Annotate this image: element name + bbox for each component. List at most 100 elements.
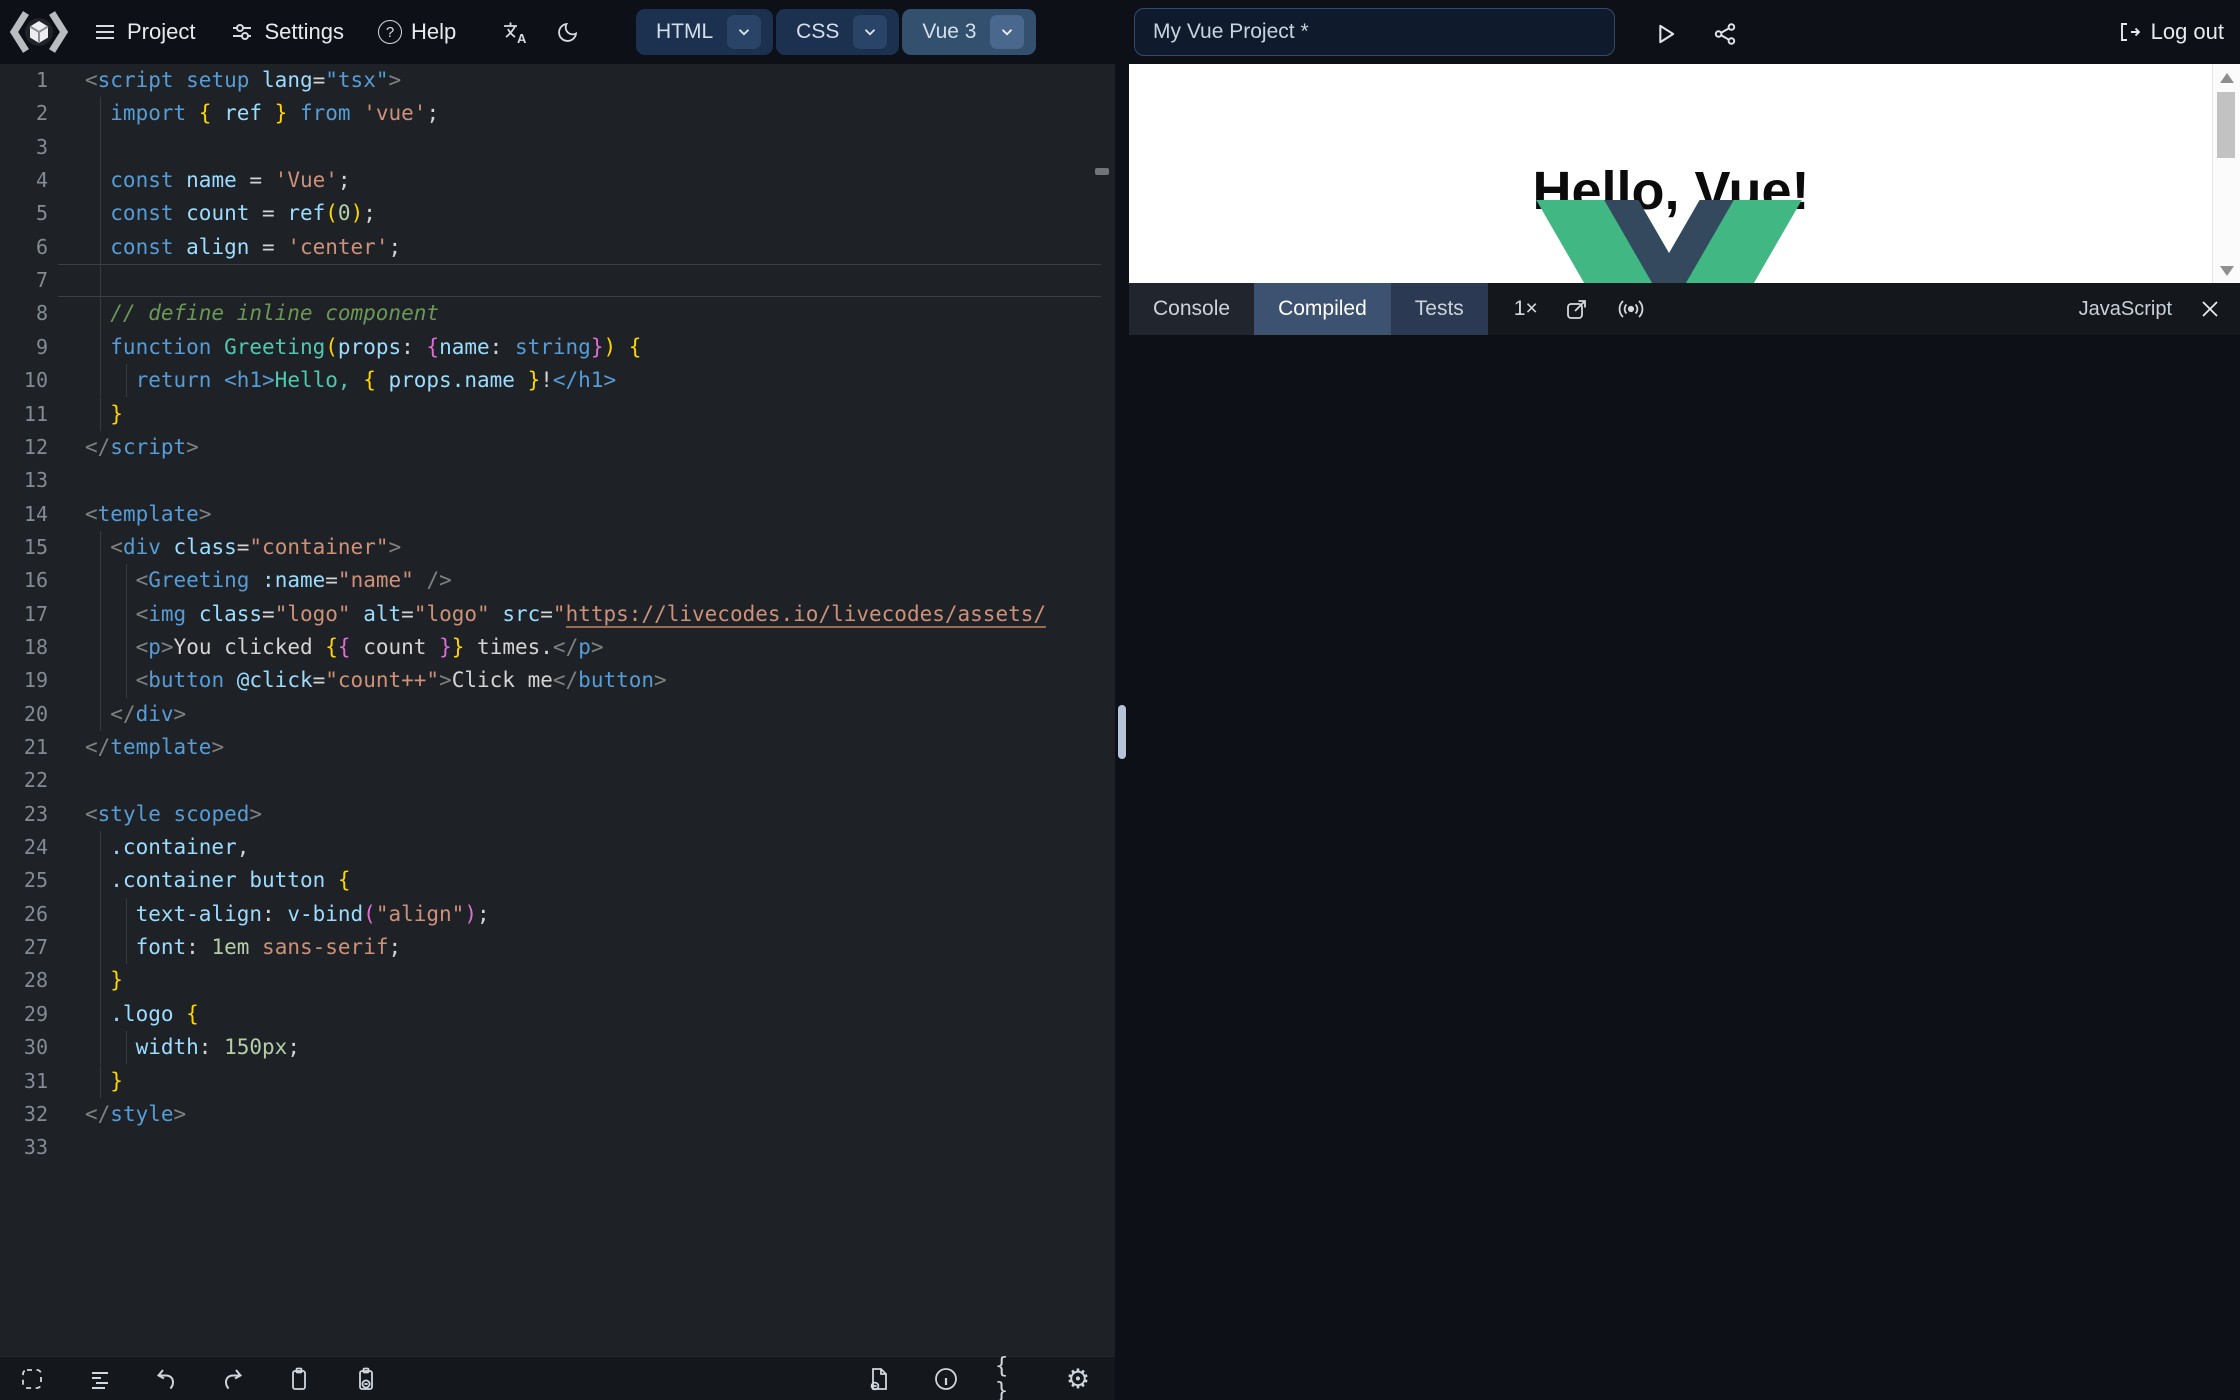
- code-text: <div class="container">: [85, 531, 401, 564]
- token-tx: :: [262, 901, 288, 926]
- run-button[interactable]: [1645, 14, 1685, 54]
- project-menu[interactable]: Project: [82, 12, 205, 52]
- open-window-icon[interactable]: [1564, 283, 1590, 335]
- editor-footer-toolbar: { } ⚙: [0, 1354, 1115, 1400]
- token-id: props: [337, 334, 402, 359]
- token-id: name: [439, 334, 490, 359]
- code-line[interactable]: 11}: [0, 397, 1115, 431]
- broadcast-icon[interactable]: [1616, 283, 1646, 335]
- undo-icon[interactable]: [149, 1361, 185, 1397]
- code-line[interactable]: 20 </div>: [0, 697, 1115, 731]
- code-line[interactable]: 5 const count = ref(0);: [0, 197, 1115, 231]
- project-title-input[interactable]: [1134, 8, 1615, 56]
- logout-button[interactable]: Log out: [2117, 0, 2224, 64]
- code-text: <script setup lang="tsx">: [85, 64, 401, 97]
- code-line[interactable]: 16 <Greeting :name="name" />: [0, 564, 1115, 598]
- format-code-icon[interactable]: [82, 1361, 118, 1397]
- code-line[interactable]: 18 <p>You clicked {{ count }} times.</p>: [0, 630, 1115, 665]
- external-resources-icon[interactable]: [860, 1361, 896, 1397]
- help-menu[interactable]: ? Help: [368, 19, 466, 45]
- code-line[interactable]: 2 import { ref } from 'vue';: [0, 97, 1115, 131]
- token-tag: script: [110, 434, 187, 459]
- code-line[interactable]: 15 <div class="container">: [0, 530, 1115, 565]
- editor-info-icon[interactable]: [928, 1361, 964, 1397]
- scroll-up-arrow[interactable]: [2220, 73, 2234, 83]
- code-line[interactable]: 3: [0, 130, 1115, 165]
- code-line[interactable]: 12 </script>: [0, 431, 1115, 464]
- token-tag: div: [122, 534, 161, 559]
- tab-tests[interactable]: Tests: [1390, 283, 1488, 335]
- token-id: .container: [110, 835, 237, 860]
- tab-compiled[interactable]: Compiled: [1254, 283, 1391, 335]
- code-line[interactable]: 19 <button @click="count++">Click me</but…: [0, 664, 1115, 698]
- code-line[interactable]: 29 .logo {: [0, 997, 1115, 1032]
- scroll-down-arrow[interactable]: [2220, 266, 2234, 276]
- code-line[interactable]: 4 const name = 'Vue';: [0, 164, 1115, 198]
- code-text: text-align: v-bind("align");: [85, 898, 490, 931]
- chevron-down-icon[interactable]: [727, 15, 762, 49]
- code-line[interactable]: 31}: [0, 1064, 1115, 1098]
- resizer-handle[interactable]: [1118, 705, 1126, 759]
- token-pn: <: [135, 634, 149, 659]
- select-all-icon[interactable]: [14, 1361, 50, 1397]
- code-line[interactable]: 27 font: 1em sans-serif;: [0, 931, 1115, 965]
- token-attr: alt: [363, 601, 402, 626]
- tab-vue3[interactable]: Vue 3: [902, 9, 1037, 55]
- code-line[interactable]: 24 .container,: [0, 831, 1115, 865]
- tools-bar-right: JavaScript: [2079, 283, 2240, 335]
- menu-icon: [92, 12, 118, 52]
- redo-icon[interactable]: [214, 1361, 250, 1397]
- tab-css[interactable]: CSS: [776, 9, 900, 55]
- copy-code-icon[interactable]: [348, 1361, 384, 1397]
- result-zoom-button[interactable]: 1×: [1514, 283, 1538, 335]
- token-b1: }: [451, 634, 465, 659]
- tab-console[interactable]: Console: [1129, 283, 1255, 335]
- code-line[interactable]: 14 <template>: [0, 498, 1115, 531]
- custom-settings-icon[interactable]: { }: [995, 1354, 1031, 1400]
- code-line[interactable]: 10 return <h1>Hello, { props.name }!</h1>: [0, 364, 1115, 398]
- code-text: // define inline component: [85, 297, 439, 330]
- code-line[interactable]: 33: [0, 1131, 1115, 1164]
- scroll-thumb[interactable]: [2217, 92, 2235, 158]
- settings-menu[interactable]: Settings: [219, 12, 354, 52]
- token-tx: ;: [363, 201, 376, 226]
- chevron-down-icon[interactable]: [990, 15, 1025, 49]
- moon-icon[interactable]: [548, 12, 588, 52]
- code-line[interactable]: 25 .container button {: [0, 864, 1115, 898]
- code-line[interactable]: 32 </style>: [0, 1098, 1115, 1131]
- code-line[interactable]: 17 <img class="logo" alt="logo" src="http…: [0, 597, 1115, 631]
- code-line[interactable]: 13: [0, 464, 1115, 497]
- line-number: 13: [23, 468, 48, 493]
- code-line[interactable]: 1 <script setup lang="tsx">: [0, 64, 1115, 97]
- token-pn: </: [110, 701, 136, 726]
- token-attr: :name: [262, 568, 326, 593]
- paste-icon[interactable]: [281, 1361, 317, 1397]
- code-line[interactable]: 22: [0, 764, 1115, 797]
- code-line[interactable]: 7: [0, 264, 1115, 298]
- token-tx: !: [540, 368, 553, 393]
- code-line[interactable]: 6 const align = 'center';: [0, 230, 1115, 265]
- token-tx: [616, 335, 629, 359]
- preview-scrollbar[interactable]: [2212, 64, 2240, 283]
- code-line[interactable]: 21 </template>: [0, 731, 1115, 764]
- token-tx: [186, 101, 199, 125]
- editor-settings-icon[interactable]: ⚙: [1060, 1361, 1096, 1397]
- code-line[interactable]: 8 // define inline component: [0, 297, 1115, 331]
- translate-icon[interactable]: A: [494, 12, 534, 52]
- token-pn: >: [654, 668, 667, 693]
- code-editor[interactable]: 1 <script setup lang="tsx"> 2 import { ref …: [0, 64, 1115, 1356]
- code-line[interactable]: 9 function Greeting(props: {name: string}…: [0, 330, 1115, 365]
- livecodes-logo[interactable]: [6, 0, 72, 64]
- pane-resizer[interactable]: [1115, 64, 1129, 1400]
- close-icon[interactable]: [2198, 297, 2222, 321]
- chevron-down-icon[interactable]: [853, 15, 888, 49]
- token-id: name: [186, 168, 237, 193]
- share-button[interactable]: [1705, 14, 1745, 54]
- code-line[interactable]: 26 text-align: v-bind("align");: [0, 897, 1115, 932]
- code-line[interactable]: 28}: [0, 964, 1115, 998]
- code-line[interactable]: 30 width: 150px;: [0, 1031, 1115, 1065]
- tab-html[interactable]: HTML: [636, 9, 774, 55]
- code-text: <img class="logo" alt="logo" src="https:…: [85, 598, 1047, 631]
- code-line[interactable]: 23 <style scoped>: [0, 798, 1115, 831]
- token-tx: =: [262, 601, 275, 626]
